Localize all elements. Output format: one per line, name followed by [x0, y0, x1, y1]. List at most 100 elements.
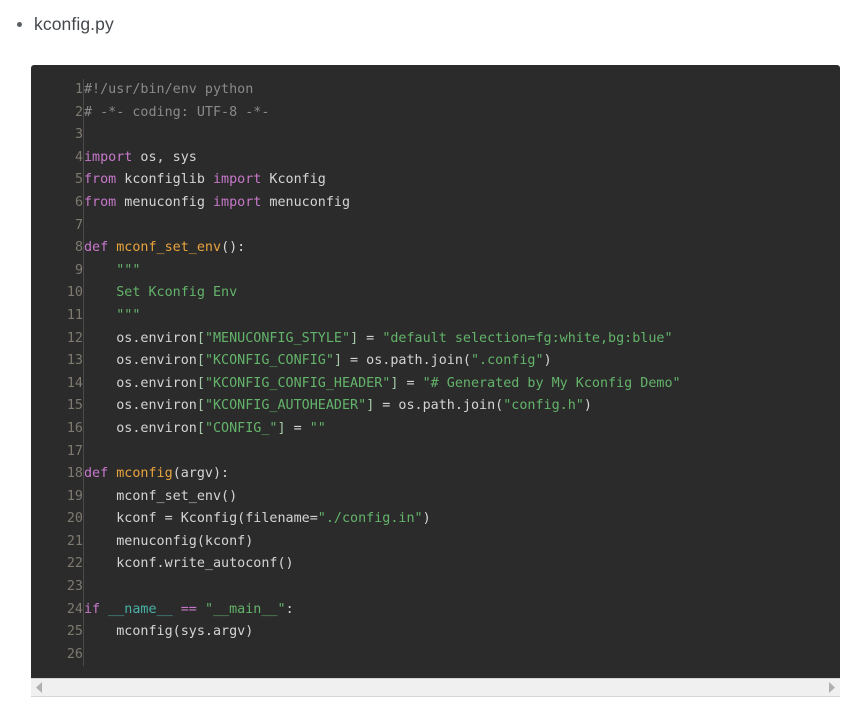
code-line: 16 os.environ["CONFIG_"] = "": [31, 417, 841, 441]
line-content[interactable]: def mconfig(argv):: [84, 463, 841, 486]
code-viewer[interactable]: 1 #!/usr/bin/env python 2 # -*- coding: UTF…: [31, 65, 841, 679]
line-number: 10: [31, 282, 84, 305]
code-token: mconf_set_env: [116, 240, 222, 256]
line-content[interactable]: menuconfig(kconf): [84, 531, 841, 554]
code-token: Set Kconfig Env: [116, 285, 238, 301]
line-content[interactable]: [84, 441, 841, 464]
code-token: "": [309, 420, 326, 436]
code-line: 6 from menuconfig import menuconfig: [31, 191, 841, 215]
code-token: Kconfig: [261, 172, 326, 188]
line-content[interactable]: os.environ["KCONFIG_CONFIG"] = os.path.j…: [84, 350, 841, 373]
code-token: mconfig: [116, 466, 173, 482]
code-line: 9 """: [31, 259, 841, 283]
code-token: "KCONFIG_CONFIG": [204, 353, 334, 369]
line-number: 25: [31, 621, 84, 644]
scrollbar-track[interactable]: [48, 679, 823, 696]
code-line: 5 from kconfiglib import Kconfig: [31, 169, 840, 192]
code-token: "__main__": [204, 601, 286, 617]
code-token: import: [84, 149, 133, 165]
line-content[interactable]: os.environ["KCONFIG_AUTOHEADER"] = os.pa…: [84, 395, 841, 418]
scroll-right-arrow-icon[interactable]: [823, 679, 840, 696]
code-token: os.environ: [84, 375, 197, 391]
code-token: #!/usr/bin/env python: [84, 82, 254, 97]
line-content[interactable]: mconfig(sys.argv): [84, 621, 841, 644]
horizontal-scrollbar[interactable]: [31, 678, 840, 698]
line-number: 1: [31, 79, 84, 102]
code-token: [: [196, 420, 205, 436]
code-token: __name__: [108, 601, 173, 617]
line-number: 15: [31, 395, 84, 418]
line-content[interactable]: from menuconfig import menuconfig: [84, 192, 841, 215]
scroll-left-arrow-icon[interactable]: [31, 679, 48, 696]
line-content[interactable]: kconf.write_autoconf(): [84, 553, 841, 576]
code-line: 15 os.environ["KCONFIG_AUTOHEADER"] = os…: [31, 395, 840, 418]
code-line: 23: [31, 576, 840, 599]
code-line: 1 #!/usr/bin/env python: [31, 79, 840, 102]
line-content[interactable]: os.environ["MENUCONFIG_STYLE"] = "defaul…: [84, 328, 841, 351]
code-token: os.environ: [84, 330, 197, 346]
code-token: ): [583, 398, 592, 414]
line-content[interactable]: [84, 215, 841, 238]
line-content[interactable]: os.environ["CONFIG_"] = "": [84, 418, 841, 441]
line-number: 21: [31, 530, 84, 554]
line-content[interactable]: mconf_set_env(): [84, 486, 841, 509]
code-token: # -*- coding: UTF-8 -*-: [84, 104, 270, 120]
code-table: 1 #!/usr/bin/env python 2 # -*- coding: UTF…: [31, 79, 841, 667]
line-number: 26: [31, 643, 84, 667]
code-token: "KCONFIG_CONFIG_HEADER": [204, 375, 391, 391]
line-number: 14: [31, 372, 84, 396]
line-content[interactable]: Set Kconfig Env: [84, 282, 841, 305]
code-token: "MENUCONFIG_STYLE": [204, 330, 351, 346]
line-content[interactable]: def mconf_set_env():: [84, 237, 841, 260]
code-token: [: [196, 398, 205, 414]
line-content[interactable]: kconf = Kconfig(filename="./config.in"): [84, 508, 841, 531]
code-token: "# Generated by My Kconfig Demo": [422, 375, 681, 391]
code-line: 25 mconfig(sys.argv): [31, 621, 840, 644]
code-token: menuconfig(kconf): [84, 533, 254, 549]
code-token: ]: [350, 330, 359, 346]
line-content[interactable]: [84, 644, 841, 667]
code-token: "default selection=fg:white,bg:blue": [382, 330, 673, 346]
line-content[interactable]: """: [84, 260, 841, 283]
line-content[interactable]: [84, 124, 841, 147]
line-number: 16: [31, 417, 84, 441]
line-number: 6: [31, 191, 84, 215]
code-token: ): [543, 353, 552, 369]
code-line: 7: [31, 214, 841, 238]
line-content[interactable]: [84, 576, 841, 599]
line-number: 23: [31, 576, 84, 599]
code-line: 14 os.environ["KCONFIG_CONFIG_HEADER"] =…: [31, 372, 841, 396]
code-body: 1 #!/usr/bin/env python 2 # -*- coding: UTF…: [31, 79, 841, 667]
code-token: mconf_set_env(): [84, 488, 238, 504]
code-token: os.environ: [84, 353, 197, 369]
code-token: ".config": [471, 353, 544, 369]
code-token: """: [116, 262, 141, 278]
code-line: 21 menuconfig(kconf): [31, 530, 841, 554]
code-line: 8 def mconf_set_env():: [31, 237, 840, 260]
code-line: 26: [31, 643, 841, 667]
code-token: [: [196, 353, 205, 369]
code-line: 17: [31, 440, 841, 464]
code-token: kconf = Kconfig(filename=: [84, 511, 318, 527]
line-content[interactable]: """: [84, 305, 841, 328]
line-content[interactable]: #!/usr/bin/env python: [84, 79, 841, 102]
code-token: kconf.write_autoconf(): [84, 556, 294, 572]
line-number: 19: [31, 485, 84, 509]
code-line: 22 kconf.write_autoconf(): [31, 553, 841, 577]
code-token: """: [116, 307, 141, 323]
line-content[interactable]: # -*- coding: UTF-8 -*-: [84, 102, 841, 125]
line-content[interactable]: import os, sys: [84, 147, 841, 170]
code-token: os, sys: [132, 149, 197, 165]
code-token: ():: [221, 240, 246, 256]
line-number: 18: [31, 463, 84, 486]
code-token: = os.path.join(: [342, 353, 471, 369]
code-line: 19 mconf_set_env(): [31, 485, 841, 509]
line-content[interactable]: os.environ["KCONFIG_CONFIG_HEADER"] = "#…: [84, 373, 841, 396]
line-content[interactable]: from kconfiglib import Kconfig: [84, 169, 841, 192]
line-number: 24: [31, 598, 84, 622]
code-line: 13 os.environ["KCONFIG_CONFIG"] = os.pat…: [31, 350, 840, 373]
line-content[interactable]: if __name__ == "__main__":: [84, 599, 841, 622]
code-token: if: [84, 601, 101, 617]
